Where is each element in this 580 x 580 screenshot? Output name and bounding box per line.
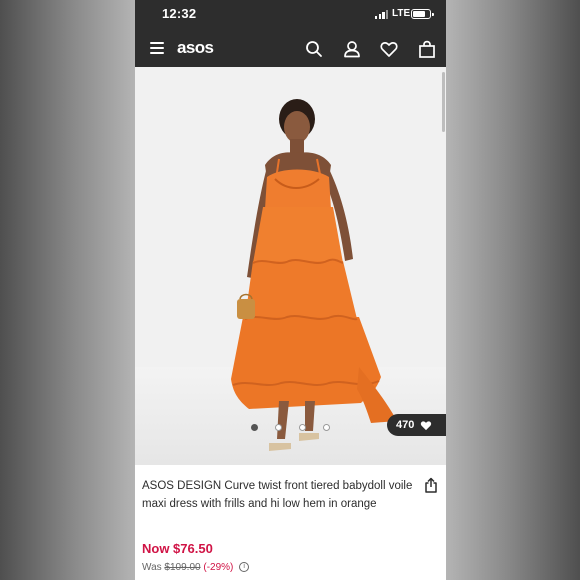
discount-percentage: (-29%) (203, 562, 234, 573)
signal-strength-icon (375, 10, 389, 19)
carousel-dot[interactable] (275, 424, 282, 431)
image-carousel-dots (251, 424, 331, 432)
search-icon[interactable] (305, 40, 323, 58)
saved-items-icon[interactable] (380, 40, 398, 58)
info-icon[interactable]: i (239, 562, 250, 573)
heart-icon (421, 420, 432, 430)
phone-screen: 12:32 LTE asos 470 ASOS DESIGN Curve twi… (135, 0, 446, 580)
product-details: ASOS DESIGN Curve twist front tiered bab… (135, 465, 446, 580)
background-left-blur (0, 0, 135, 580)
bag-icon[interactable] (418, 40, 436, 58)
battery-icon (411, 9, 434, 19)
background-right-blur (446, 0, 580, 580)
battery-level (413, 11, 425, 17)
share-icon[interactable] (424, 477, 438, 493)
carousel-dot[interactable] (323, 424, 330, 431)
status-bar: 12:32 LTE (135, 0, 446, 30)
product-image[interactable] (135, 67, 446, 465)
account-icon[interactable] (343, 40, 361, 58)
product-title: ASOS DESIGN Curve twist front tiered bab… (142, 480, 413, 510)
carousel-dot[interactable] (299, 424, 306, 431)
price-was: Was $109.00 (-29%) i (142, 562, 250, 573)
model-illustration (231, 99, 397, 451)
save-count-badge[interactable]: 470 (387, 414, 446, 436)
price-now: Now $76.50 (142, 541, 213, 556)
network-type: LTE (392, 8, 411, 19)
carousel-dot[interactable] (251, 424, 258, 431)
price-was-value: $109.00 (164, 562, 201, 573)
asos-logo[interactable]: asos (177, 38, 214, 58)
top-navigation: asos (135, 30, 446, 67)
price-was-prefix: Was (142, 562, 165, 573)
menu-icon[interactable] (150, 42, 164, 54)
status-time: 12:32 (162, 6, 197, 21)
scroll-indicator[interactable] (442, 72, 445, 132)
save-count: 470 (396, 419, 415, 431)
